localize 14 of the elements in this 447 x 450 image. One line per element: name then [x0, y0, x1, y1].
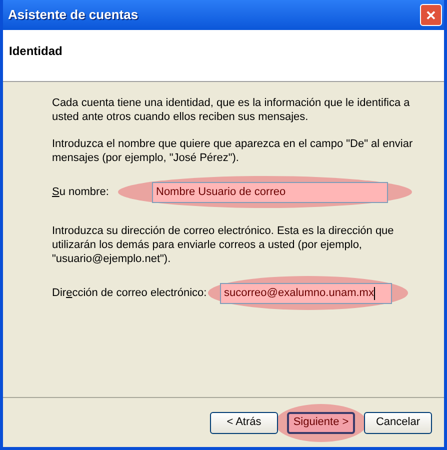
- field-label: Dirección de correo electrónico:: [52, 286, 208, 301]
- input-field[interactable]: sucorreo@exalumno.unam.mx: [220, 282, 392, 304]
- page-heading: Identidad: [9, 44, 62, 58]
- instruction-text: Introduzca su dirección de correo electrónico. Esta es la dirección que utilizarán los demás para enviarle correos a usted (por ejemplo, "usuario@ejemplo.net").: [52, 224, 395, 266]
- window-title: Asistente de cuentas: [8, 6, 138, 24]
- wizard-button[interactable]: Cancelar: [364, 412, 432, 434]
- close-button[interactable]: ✕: [420, 4, 442, 26]
- instruction-text: Introduzca el nombre que quiere que aparezca en el campo "De" al enviar mensajes (por ejemplo, "José Pérez").: [52, 137, 414, 165]
- instruction-text: Cada cuenta tiene una identidad, que es la información que le identifica a usted ante otros cuando ellos reciben sus mensajes.: [52, 96, 411, 124]
- wizard-button[interactable]: Siguiente >: [287, 412, 355, 434]
- wizard-button[interactable]: < Atrás: [210, 412, 278, 434]
- input-field[interactable]: Nombre Usuario de correo: [152, 182, 388, 202]
- text-cursor: [374, 286, 375, 300]
- field-label: Su nombre:: [52, 184, 110, 200]
